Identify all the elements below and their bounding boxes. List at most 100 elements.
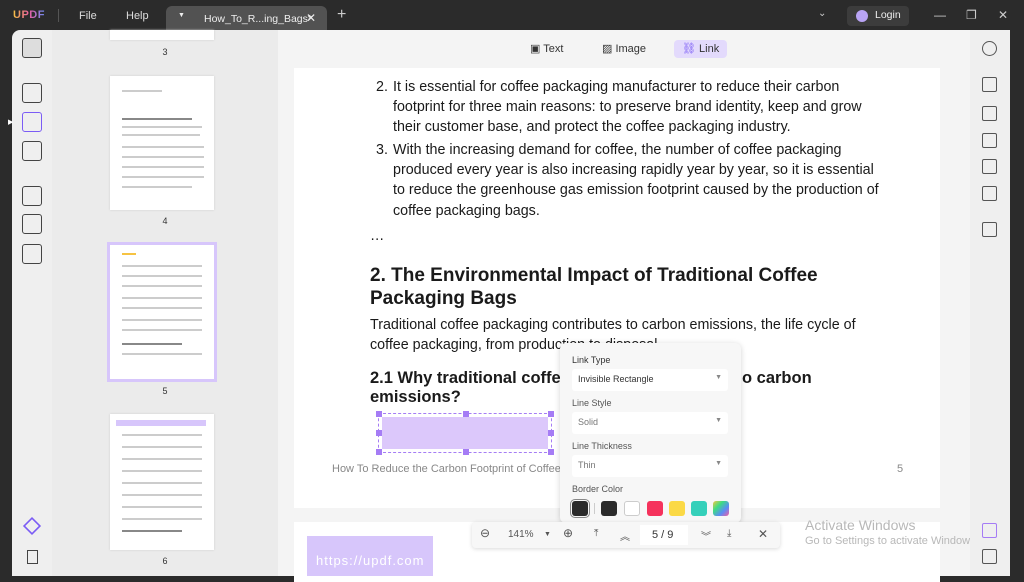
save-icon[interactable]	[982, 222, 997, 237]
color-swatch-yellow[interactable]	[669, 501, 685, 516]
bookmark-icon[interactable]	[27, 550, 38, 564]
line-style-select[interactable]: Solid ▼	[572, 412, 728, 434]
previous-page-icon[interactable]: ︽	[620, 528, 630, 543]
color-swatch-red[interactable]	[647, 501, 663, 516]
zoom-in-icon[interactable]: ⊕	[563, 526, 573, 540]
activate-windows-watermark: Activate Windows Go to Settings to activ…	[805, 517, 979, 547]
protect-icon[interactable]	[982, 133, 997, 148]
avatar-icon	[856, 10, 868, 22]
close-nav-icon[interactable]: ✕	[758, 527, 768, 541]
link-rectangle[interactable]	[382, 417, 548, 449]
last-page-icon[interactable]: ⤓	[727, 528, 731, 539]
collapse-arrow-icon[interactable]: ▶	[8, 118, 13, 126]
thumbnail-label: 6	[162, 556, 168, 566]
resize-handle[interactable]	[463, 411, 469, 417]
tab-title: How_To_R...ing_Bags*	[204, 13, 312, 25]
list-item-text[interactable]: It is essential for coffee packaging man…	[393, 77, 883, 138]
divider	[594, 503, 595, 514]
line-thickness-label: Line Thickness	[572, 441, 632, 451]
list-item-text[interactable]: With the increasing demand for coffee, t…	[393, 140, 883, 221]
image-tool-label: Image	[615, 43, 647, 55]
ocr-icon[interactable]	[982, 77, 997, 92]
dropdown-caret-icon: ▼	[715, 374, 722, 381]
thumbnail-page-5[interactable]	[107, 242, 217, 382]
resize-handle[interactable]	[548, 449, 554, 455]
email-icon[interactable]	[982, 186, 997, 201]
page-input[interactable]: 5 / 9	[640, 525, 688, 545]
close-window-icon[interactable]: ✕	[998, 8, 1008, 22]
resize-handle[interactable]	[376, 411, 382, 417]
subheading-line2: emissions?	[370, 388, 461, 406]
thumbnail-page-4[interactable]	[110, 76, 214, 210]
organize-pages-icon[interactable]	[22, 186, 42, 206]
line-style-label: Line Style	[572, 398, 612, 408]
thumbnail-label: 3	[162, 47, 168, 57]
line-thickness-select[interactable]: Thin ▼	[572, 455, 728, 477]
first-page-icon[interactable]: ⤒	[594, 528, 598, 539]
restore-icon[interactable]: ❐	[966, 8, 977, 22]
tab-dropdown-icon[interactable]: ▼	[178, 12, 185, 19]
title-bar: UPDF File Help ▼ How_To_R...ing_Bags* ✕ …	[0, 0, 1024, 32]
search-icon[interactable]	[982, 41, 997, 56]
resize-handle[interactable]	[376, 430, 382, 436]
share-icon[interactable]	[982, 159, 997, 174]
resize-handle[interactable]	[463, 449, 469, 455]
close-tab-icon[interactable]: ✕	[306, 11, 316, 25]
updf-ai-icon[interactable]	[982, 523, 997, 538]
next-page-icon[interactable]: ︾	[701, 528, 711, 543]
resize-handle[interactable]	[548, 411, 554, 417]
link-tool-button[interactable]: ⛓ Link	[674, 40, 728, 58]
link-tool-label: Link	[699, 43, 720, 55]
color-swatch-custom[interactable]	[713, 501, 729, 516]
thumbnail-page-3[interactable]	[110, 30, 214, 40]
thumbnail-page-6[interactable]	[110, 414, 214, 550]
page-footer: How To Reduce the Carbon Footprint of Co…	[332, 463, 572, 475]
color-swatch-teal[interactable]	[691, 501, 707, 516]
color-swatch-white[interactable]	[624, 501, 640, 516]
list-number: 2.	[376, 79, 388, 95]
left-tool-strip	[12, 30, 52, 576]
convert-icon[interactable]	[22, 244, 42, 264]
list-number: 3.	[376, 142, 388, 158]
link-selection-box[interactable]	[376, 411, 554, 455]
convert-pdf-icon[interactable]	[982, 106, 997, 121]
section-heading[interactable]: 2. The Environmental Impact of Tradition…	[370, 264, 830, 310]
crop-icon[interactable]	[22, 214, 42, 234]
link-type-select[interactable]: Invisible Rectangle ▼	[572, 369, 728, 391]
image-tool-button[interactable]: ▨ Image	[594, 40, 654, 58]
watermark-title: Activate Windows	[805, 517, 916, 533]
text-tool-button[interactable]: ▣ Text	[522, 40, 571, 58]
edit-pdf-icon[interactable]	[22, 112, 42, 132]
zoom-out-icon[interactable]: ⊖	[480, 526, 490, 540]
login-button[interactable]: Login	[847, 6, 909, 26]
zoom-level[interactable]: 141%	[508, 529, 534, 540]
menu-file[interactable]: File	[79, 10, 97, 22]
comments-icon[interactable]	[982, 549, 997, 564]
text-tool-label: Text	[543, 43, 564, 55]
zoom-dropdown-icon[interactable]: ▼	[544, 531, 551, 538]
resize-handle[interactable]	[376, 449, 382, 455]
dropdown-caret-icon: ▼	[715, 460, 722, 467]
link-type-value: Invisible Rectangle	[578, 374, 654, 384]
chevron-down-icon[interactable]: ⌄	[818, 8, 826, 19]
line-style-value: Solid	[578, 417, 599, 427]
link-type-label: Link Type	[572, 355, 611, 365]
comment-icon[interactable]	[22, 83, 42, 103]
color-swatch-current[interactable]	[570, 499, 590, 518]
color-swatch-black[interactable]	[601, 501, 617, 516]
new-tab-icon[interactable]: +	[337, 6, 346, 24]
watermark-url: https://updf.com	[316, 553, 425, 568]
form-icon[interactable]	[22, 141, 42, 161]
thumbnail-label: 4	[162, 216, 168, 226]
menu-help[interactable]: Help	[126, 10, 149, 22]
layers-icon[interactable]	[22, 516, 42, 536]
dropdown-caret-icon: ▼	[715, 417, 722, 424]
thumbnail-label: 5	[162, 386, 168, 396]
border-color-label: Border Color	[572, 484, 624, 494]
resize-handle[interactable]	[548, 430, 554, 436]
document-tab[interactable]: ▼ How_To_R...ing_Bags* ✕	[166, 6, 327, 32]
minimize-icon[interactable]: —	[934, 8, 946, 22]
reader-icon[interactable]	[22, 38, 42, 58]
subheading-continued: o carbon	[742, 369, 812, 387]
updf-logo: UPDF	[13, 9, 45, 21]
